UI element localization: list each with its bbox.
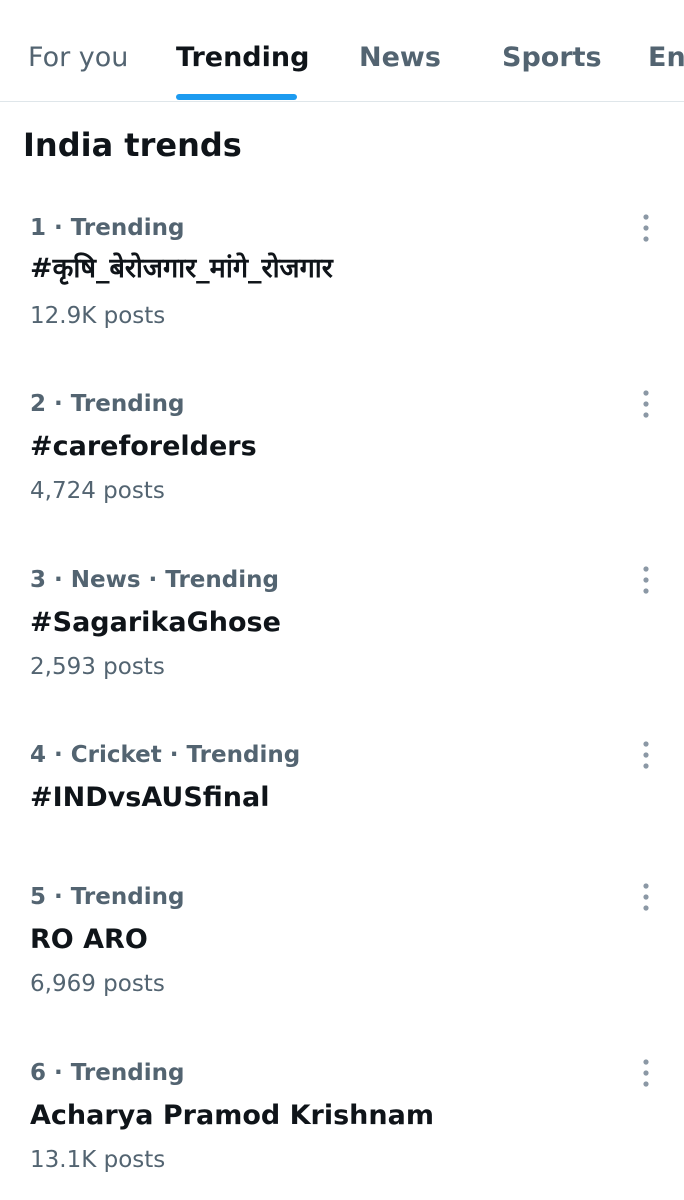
trend-post-count: 6,969 posts bbox=[30, 971, 165, 997]
tab-news[interactable]: News bbox=[359, 38, 441, 78]
more-vertical-icon bbox=[643, 390, 649, 418]
trend-name: #INDvsAUSfinal bbox=[30, 782, 270, 813]
trend-item[interactable]: 1 · Trending #कृषि_बेरोजगार_मांगे_रोजगार… bbox=[0, 212, 684, 352]
explore-tab-bar: For you Trending News Sports Ent bbox=[0, 0, 684, 102]
trend-item[interactable]: 6 · Trending Acharya Pramod Krishnam 13.… bbox=[0, 1057, 684, 1197]
trend-meta: 2 · Trending bbox=[30, 391, 185, 417]
trend-name: #कृषि_बेरोजगार_मांगे_रोजगार bbox=[30, 253, 333, 284]
tab-for-you[interactable]: For you bbox=[28, 38, 128, 78]
more-vertical-icon bbox=[643, 741, 649, 769]
active-tab-indicator bbox=[176, 94, 297, 100]
trend-post-count: 2,593 posts bbox=[30, 654, 165, 680]
trend-item[interactable]: 5 · Trending RO ARO 6,969 posts bbox=[0, 881, 684, 1021]
trend-item[interactable]: 3 · News · Trending #SagarikaGhose 2,593… bbox=[0, 564, 684, 704]
more-options-button[interactable] bbox=[630, 212, 662, 244]
trend-item[interactable]: 2 · Trending #careforelders 4,724 posts bbox=[0, 388, 684, 528]
trend-name: #SagarikaGhose bbox=[30, 607, 281, 638]
more-vertical-icon bbox=[643, 566, 649, 594]
trend-name: RO ARO bbox=[30, 924, 148, 955]
trend-meta: 5 · Trending bbox=[30, 884, 185, 910]
trend-post-count: 13.1K posts bbox=[30, 1147, 166, 1173]
more-vertical-icon bbox=[643, 214, 649, 242]
trend-name: #careforelders bbox=[30, 431, 257, 462]
trend-meta: 1 · Trending bbox=[30, 215, 185, 241]
more-vertical-icon bbox=[643, 1059, 649, 1087]
tab-entertainment[interactable]: Ent bbox=[648, 38, 684, 78]
trend-meta: 6 · Trending bbox=[30, 1060, 185, 1086]
more-vertical-icon bbox=[643, 883, 649, 911]
tab-trending[interactable]: Trending bbox=[176, 38, 309, 78]
trend-meta: 4 · Cricket · Trending bbox=[30, 742, 301, 768]
more-options-button[interactable] bbox=[630, 1057, 662, 1089]
trend-name: Acharya Pramod Krishnam bbox=[30, 1100, 434, 1131]
trend-meta: 3 · News · Trending bbox=[30, 567, 279, 593]
trend-item[interactable]: 4 · Cricket · Trending #INDvsAUSfinal bbox=[0, 739, 684, 839]
more-options-button[interactable] bbox=[630, 739, 662, 771]
section-title: India trends bbox=[23, 126, 242, 164]
more-options-button[interactable] bbox=[630, 881, 662, 913]
more-options-button[interactable] bbox=[630, 388, 662, 420]
tab-sports[interactable]: Sports bbox=[502, 38, 602, 78]
trend-post-count: 4,724 posts bbox=[30, 478, 165, 504]
more-options-button[interactable] bbox=[630, 564, 662, 596]
trend-post-count: 12.9K posts bbox=[30, 303, 166, 329]
